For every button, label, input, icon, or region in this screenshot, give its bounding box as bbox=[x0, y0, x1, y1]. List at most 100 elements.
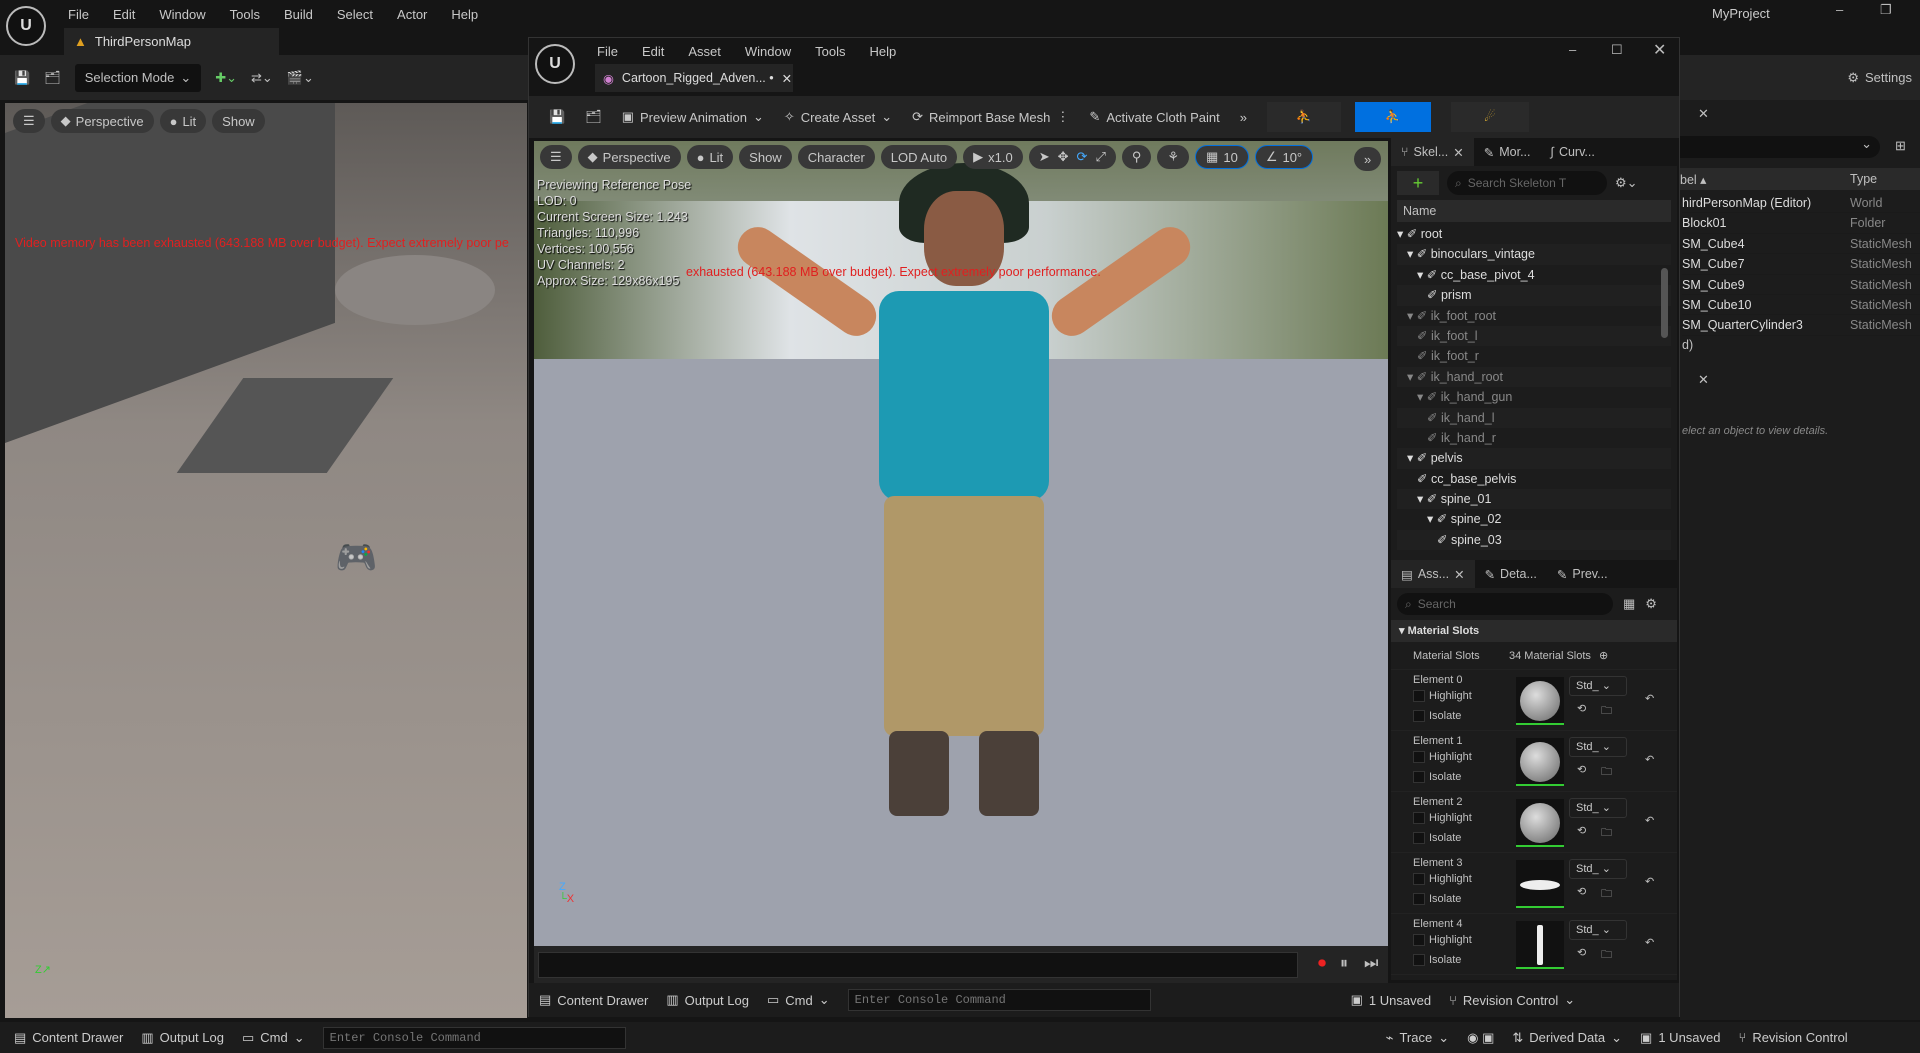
show-button[interactable]: Show bbox=[212, 109, 265, 133]
bone-row[interactable]: ✐ ik_hand_l bbox=[1397, 407, 1671, 428]
trace-button[interactable]: ⌁ Trace ⌄ bbox=[1386, 1030, 1449, 1046]
level-viewport[interactable]: 🎮 ☰ ◆ Perspective ● Lit Show Video memor… bbox=[5, 103, 527, 1018]
settings-dropdown[interactable]: ⚙⌄ bbox=[1615, 175, 1638, 191]
physics-mode-button[interactable]: ☄ bbox=[1451, 102, 1529, 132]
label-column-header[interactable]: bel ▴ bbox=[1680, 172, 1850, 187]
reset-icon[interactable]: ↶ bbox=[1645, 875, 1654, 888]
menu-file[interactable]: File bbox=[597, 44, 618, 59]
tab-details[interactable]: ✎ Deta... bbox=[1475, 560, 1547, 588]
menu-file[interactable]: File bbox=[68, 7, 89, 22]
rotate-icon[interactable]: ⟳ bbox=[1077, 149, 1088, 165]
bone-row[interactable]: ✐ spine_03 bbox=[1397, 529, 1671, 551]
menu-help[interactable]: Help bbox=[451, 7, 478, 22]
timeline-scrubber[interactable] bbox=[538, 952, 1298, 978]
cmd-dropdown[interactable]: ▭ Cmd ⌄ bbox=[242, 1030, 305, 1046]
perspective-button[interactable]: ◆ Perspective bbox=[50, 109, 154, 133]
reimport-button[interactable]: ⟳ Reimport Base Mesh ⋮ bbox=[902, 102, 1079, 132]
transform-tools[interactable]: ➤ ✥ ⟳ ⤢ bbox=[1028, 145, 1116, 169]
add-folder-icon[interactable]: ⊞ bbox=[1895, 138, 1906, 154]
name-column-header[interactable]: Name bbox=[1397, 200, 1671, 222]
outliner-row[interactable]: hirdPersonMap (Editor) World bbox=[1682, 193, 1920, 214]
revision-control-button[interactable]: ⑂ Revision Control bbox=[1739, 1030, 1848, 1045]
save-icon[interactable]: 💾 bbox=[14, 70, 30, 86]
settings-button[interactable]: ⚙ Settings bbox=[1680, 55, 1920, 100]
use-selected-icon[interactable]: ⟲ bbox=[1577, 702, 1586, 715]
menu-window[interactable]: Window bbox=[745, 44, 791, 59]
add-actor-icon[interactable]: ✚⌄ bbox=[215, 70, 237, 86]
bone-row[interactable]: ✐ ik_hand_r bbox=[1397, 428, 1671, 448]
bone-row[interactable]: ✐ cc_base_pelvis bbox=[1397, 469, 1671, 489]
expand-arrow-icon[interactable]: ▾ bbox=[1407, 309, 1417, 323]
material-slots-section[interactable]: ▾ Material Slots bbox=[1391, 620, 1677, 642]
scrollbar[interactable] bbox=[1661, 268, 1668, 338]
lod-button[interactable]: LOD Auto bbox=[880, 145, 958, 169]
outliner-row[interactable]: SM_Cube9 StaticMesh bbox=[1682, 275, 1920, 295]
unsaved-button[interactable]: ▣ 1 Unsaved bbox=[1351, 992, 1431, 1008]
menu-tools[interactable]: Tools bbox=[230, 7, 260, 22]
material-thumbnail[interactable] bbox=[1516, 738, 1564, 786]
use-selected-icon[interactable]: ⟲ bbox=[1577, 824, 1586, 837]
bone-row[interactable]: ▾ ✐ pelvis bbox=[1397, 448, 1671, 469]
isolate-checkbox[interactable]: Isolate bbox=[1413, 954, 1461, 967]
unreal-logo[interactable]: U bbox=[6, 6, 46, 46]
isolate-checkbox[interactable]: Isolate bbox=[1413, 710, 1461, 723]
expand-arrow-icon[interactable]: ▾ bbox=[1407, 247, 1417, 261]
output-log-button[interactable]: ▥ Output Log bbox=[666, 992, 749, 1008]
expand-arrow-icon[interactable]: ▾ bbox=[1407, 451, 1417, 465]
browse-icon[interactable]: 🗂 bbox=[575, 102, 612, 132]
minimize-button[interactable]: – bbox=[1836, 2, 1843, 17]
create-asset-button[interactable]: ✧ Create Asset ⌄ bbox=[774, 102, 902, 132]
reset-icon[interactable]: ↶ bbox=[1645, 753, 1654, 766]
console-input[interactable] bbox=[322, 1026, 626, 1049]
viewport-menu-button[interactable]: ☰ bbox=[540, 145, 572, 169]
outliner-row[interactable]: SM_Cube10 StaticMesh bbox=[1682, 295, 1920, 316]
angle-snap-button[interactable]: ∠ 10° bbox=[1254, 145, 1314, 169]
highlight-checkbox[interactable]: Highlight bbox=[1413, 934, 1472, 947]
settings-icon[interactable]: ⚙ bbox=[1645, 596, 1657, 612]
unsaved-button[interactable]: ▣ 1 Unsaved bbox=[1640, 1030, 1720, 1046]
character-button[interactable]: Character bbox=[797, 145, 875, 169]
unreal-logo[interactable]: U bbox=[535, 44, 575, 84]
tab-bone-tree[interactable]: ⑂ Skel... ✕ bbox=[1391, 138, 1474, 166]
material-dropdown[interactable]: Std_ ⌄ bbox=[1569, 859, 1627, 879]
skeleton-search-input[interactable]: ⌕ Search Skeleton T bbox=[1447, 171, 1607, 195]
menu-actor[interactable]: Actor bbox=[397, 7, 427, 22]
expand-arrow-icon[interactable]: ▾ bbox=[1407, 370, 1417, 384]
derived-data-button[interactable]: ⇅ Derived Data ⌄ bbox=[1512, 1030, 1622, 1046]
skeleton-mode-button[interactable]: ⛹ bbox=[1267, 102, 1341, 132]
add-slot-icon[interactable]: ⊕ bbox=[1599, 649, 1608, 662]
menu-build[interactable]: Build bbox=[284, 7, 313, 22]
revision-control-button[interactable]: ⑂ Revision Control ⌄ bbox=[1449, 992, 1575, 1008]
material-dropdown[interactable]: Std_ ⌄ bbox=[1569, 676, 1627, 696]
player-start-icon[interactable]: 🎮 bbox=[335, 538, 377, 578]
expand-arrow-icon[interactable]: ▾ bbox=[1417, 492, 1427, 506]
menu-edit[interactable]: Edit bbox=[113, 7, 135, 22]
show-button[interactable]: Show bbox=[739, 145, 792, 169]
outliner-row[interactable]: SM_Cube4 StaticMesh bbox=[1682, 234, 1920, 255]
grid-snap-button[interactable]: ▦ 10 bbox=[1195, 145, 1249, 169]
tab-asset[interactable]: ▤ Ass... ✕ bbox=[1391, 560, 1475, 588]
details-search-input[interactable]: ⌕ Search bbox=[1397, 593, 1613, 615]
local-space-icon[interactable]: ⚲ bbox=[1121, 145, 1152, 169]
preview-animation-button[interactable]: ▣ Preview Animation ⌄ bbox=[612, 102, 774, 132]
selection-mode-dropdown[interactable]: Selection Mode ⌄ bbox=[74, 63, 202, 92]
console-input[interactable] bbox=[847, 989, 1151, 1011]
restore-button[interactable]: ❐ bbox=[1880, 2, 1892, 18]
material-dropdown[interactable]: Std_ ⌄ bbox=[1569, 737, 1627, 757]
outliner-row[interactable]: SM_Cube7 StaticMesh bbox=[1682, 254, 1920, 275]
browse-icon[interactable]: 🗂 bbox=[44, 70, 61, 86]
tab-asset[interactable]: ◉ Cartoon_Rigged_Adven... • ✕ bbox=[595, 64, 793, 92]
playback-speed-button[interactable]: ▶ x1.0 bbox=[963, 145, 1023, 169]
outliner-row[interactable]: SM_QuarterCylinder3 StaticMesh bbox=[1682, 315, 1920, 336]
browse-icon[interactable]: 🗀 bbox=[1601, 885, 1612, 904]
reset-icon[interactable]: ↶ bbox=[1645, 814, 1654, 827]
type-column-header[interactable]: Type bbox=[1850, 172, 1877, 186]
tab-thirdpersonmap[interactable]: ▲ ThirdPersonMap bbox=[64, 28, 279, 55]
use-selected-icon[interactable]: ⟲ bbox=[1577, 763, 1586, 776]
expand-toolbar-icon[interactable]: » bbox=[1354, 147, 1382, 171]
browse-icon[interactable]: 🗀 bbox=[1601, 702, 1612, 721]
output-log-button[interactable]: ▥ Output Log bbox=[141, 1030, 224, 1046]
tab-preview[interactable]: ✎ Prev... bbox=[1547, 560, 1618, 588]
bone-row[interactable]: ▾ ✐ spine_02 bbox=[1397, 509, 1671, 529]
highlight-checkbox[interactable]: Highlight bbox=[1413, 812, 1472, 825]
